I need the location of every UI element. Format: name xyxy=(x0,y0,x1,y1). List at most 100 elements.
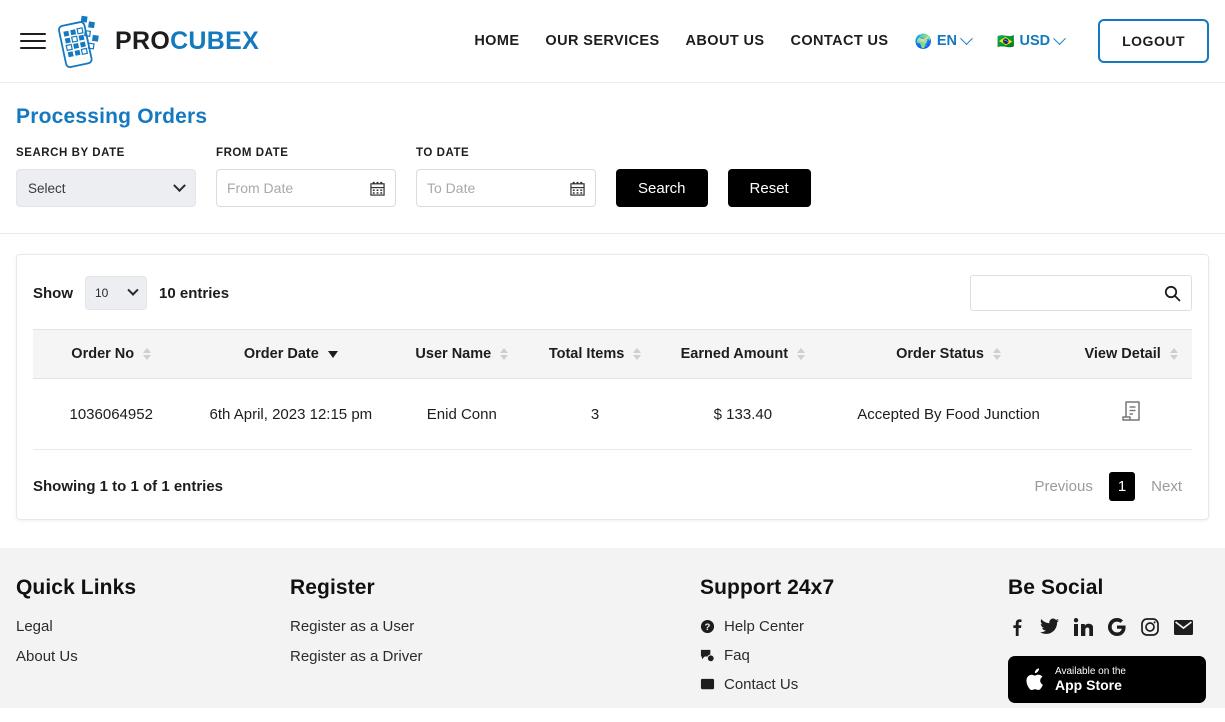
search-icon[interactable] xyxy=(1164,285,1181,302)
calendar-icon[interactable] xyxy=(370,181,385,196)
sort-icon[interactable] xyxy=(797,348,806,360)
apple-icon xyxy=(1026,667,1043,690)
linkedin-icon[interactable] xyxy=(1074,618,1093,636)
search-by-date-label: SEARCH BY DATE xyxy=(16,147,125,159)
footer-quick-links-title: Quick Links xyxy=(16,576,137,599)
brand-name-prefix: PRO xyxy=(115,26,171,55)
language-selector[interactable]: 🌍 EN xyxy=(914,31,973,49)
pagination-previous[interactable]: Previous xyxy=(1024,472,1102,501)
currency-selector[interactable]: 🇧🇷 USD xyxy=(997,31,1066,49)
nav-item-our-services[interactable]: OUR SERVICES xyxy=(545,33,659,49)
page-length-select[interactable]: 10 xyxy=(85,276,147,310)
cell-order-no: 1036064952 xyxy=(33,378,190,450)
footer-link-about-us[interactable]: About Us xyxy=(16,648,290,665)
sort-icon[interactable] xyxy=(992,348,1001,360)
footer-link-register-user[interactable]: Register as a User xyxy=(290,618,700,635)
footer-link-contact-us[interactable]: Contact Us xyxy=(700,676,1008,693)
chevron-down-icon xyxy=(1053,31,1066,45)
brand-name: PROCUBEX xyxy=(115,27,259,56)
faq-icon xyxy=(700,649,715,663)
brand-name-suffix: CUBEX xyxy=(170,26,260,55)
page-title-bar: Processing Orders xyxy=(0,83,1225,129)
support-item-label: Contact Us xyxy=(724,676,799,693)
nav-item-about-us[interactable]: ABOUT US xyxy=(686,33,765,49)
pagination-next[interactable]: Next xyxy=(1141,472,1192,501)
from-date-label: FROM DATE xyxy=(216,147,289,159)
sort-icon[interactable] xyxy=(633,348,642,360)
showing-entries-text: Showing 1 to 1 of 1 entries xyxy=(33,478,224,495)
svg-text:?: ? xyxy=(705,622,711,632)
column-header-earned-amount[interactable]: Earned Amount xyxy=(658,329,827,379)
to-date-input-wrap[interactable] xyxy=(416,169,596,207)
sort-icon[interactable] xyxy=(1169,348,1178,360)
search-button[interactable]: Search xyxy=(616,169,708,207)
filter-actions: Search Reset xyxy=(616,169,811,207)
footer-support: Support 24x7 ? Help Center Faq Contact U… xyxy=(700,576,1008,708)
cell-earned-amount: $ 133.40 xyxy=(658,378,827,450)
brand-logo[interactable]: PROCUBEX xyxy=(56,13,259,69)
column-label: Earned Amount xyxy=(680,346,789,362)
table-row[interactable]: 1036064952 6th April, 2023 12:15 pm Enid… xyxy=(33,378,1192,450)
logout-button[interactable]: LOGOUT xyxy=(1098,19,1209,63)
orders-card: Show 10 10 entries Order No Order Date U… xyxy=(16,254,1209,520)
google-icon[interactable] xyxy=(1108,618,1126,636)
nav-item-home[interactable]: HOME xyxy=(474,33,519,49)
globe-icon: 🌍 xyxy=(914,33,932,49)
column-header-user-name[interactable]: User Name xyxy=(392,329,532,379)
table-search-input[interactable] xyxy=(979,285,1164,301)
facebook-icon[interactable] xyxy=(1008,618,1025,636)
to-date-field: TO DATE xyxy=(416,147,596,207)
calendar-icon[interactable] xyxy=(570,181,585,196)
column-header-total-items[interactable]: Total Items xyxy=(531,329,659,379)
column-header-view-detail[interactable]: View Detail xyxy=(1070,329,1192,379)
column-header-order-no[interactable]: Order No xyxy=(33,329,190,379)
site-footer: Quick Links Legal About Us Register Regi… xyxy=(0,548,1225,708)
receipt-icon[interactable] xyxy=(1121,400,1142,424)
app-store-sub-label: Available on the xyxy=(1055,666,1126,677)
twitter-icon[interactable] xyxy=(1040,618,1059,636)
to-date-label: TO DATE xyxy=(416,147,470,159)
table-footer: Showing 1 to 1 of 1 entries Previous 1 N… xyxy=(33,472,1192,501)
column-header-order-status[interactable]: Order Status xyxy=(826,329,1071,379)
chevron-down-icon xyxy=(173,178,186,192)
footer-link-register-driver[interactable]: Register as a Driver xyxy=(290,648,700,665)
instagram-icon[interactable] xyxy=(1141,618,1159,636)
search-by-date-select[interactable]: Select xyxy=(16,169,196,207)
chevron-down-icon xyxy=(127,284,139,296)
from-date-input-wrap[interactable] xyxy=(216,169,396,207)
table-search-wrap[interactable] xyxy=(970,275,1192,311)
filter-bar: SEARCH BY DATE Select FROM DATE TO DATE xyxy=(0,129,1225,234)
search-by-date-value: Select xyxy=(28,180,66,196)
column-label: Order Date xyxy=(243,346,319,362)
sort-icon[interactable] xyxy=(143,348,152,360)
reset-button[interactable]: Reset xyxy=(727,169,811,207)
footer-link-legal[interactable]: Legal xyxy=(16,618,290,635)
column-label: View Detail xyxy=(1084,346,1161,362)
sort-icon-desc[interactable] xyxy=(327,350,338,358)
hamburger-menu-icon[interactable] xyxy=(20,28,46,54)
email-icon[interactable] xyxy=(1174,619,1193,635)
contact-icon xyxy=(700,678,715,690)
nav-item-contact-us[interactable]: CONTACT US xyxy=(790,33,888,49)
pagination-page-1[interactable]: 1 xyxy=(1108,472,1136,501)
sort-icon[interactable] xyxy=(500,348,509,360)
from-date-input[interactable] xyxy=(227,180,366,196)
column-header-order-date[interactable]: Order Date xyxy=(189,329,393,379)
to-date-input[interactable] xyxy=(427,180,566,196)
language-label: EN xyxy=(936,33,958,49)
social-icon-row xyxy=(1008,618,1206,636)
footer-quick-links: Quick Links Legal About Us xyxy=(16,576,290,708)
footer-link-faq[interactable]: Faq xyxy=(700,647,1008,664)
cell-user-name: Enid Conn xyxy=(392,378,532,450)
from-date-field: FROM DATE xyxy=(216,147,396,207)
entries-label: 10 entries xyxy=(159,284,230,302)
support-item-label: Help Center xyxy=(724,618,805,635)
app-store-button[interactable]: Available on the App Store xyxy=(1008,656,1206,704)
procubex-logo-icon xyxy=(58,15,99,69)
page-title: Processing Orders xyxy=(16,105,208,128)
cell-total-items: 3 xyxy=(531,378,659,450)
footer-social-title: Be Social xyxy=(1008,576,1104,599)
cell-view-detail xyxy=(1070,378,1192,450)
footer-link-help-center[interactable]: ? Help Center xyxy=(700,618,1008,635)
main-navigation: HOME OUR SERVICES ABOUT US CONTACT US 🌍 … xyxy=(474,19,1209,63)
